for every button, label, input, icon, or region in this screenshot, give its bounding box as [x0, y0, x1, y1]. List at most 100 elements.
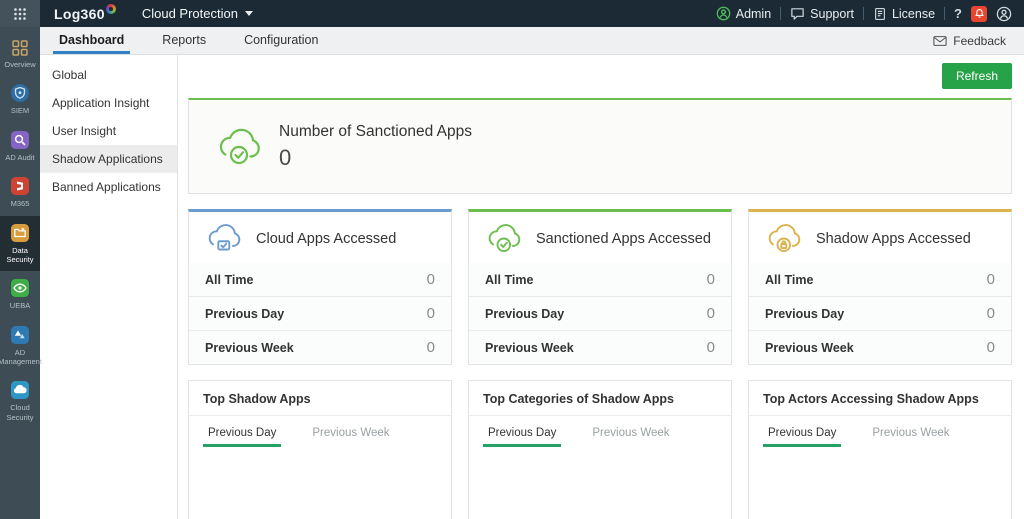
sidebar-item-ad-management[interactable]: AD Management: [0, 318, 40, 374]
tab-previous-week[interactable]: Previous Week: [587, 418, 674, 447]
submenu-item-global[interactable]: Global: [40, 61, 177, 89]
stat-row-label: Previous Week: [765, 341, 854, 355]
divider: [863, 7, 864, 20]
stat-row-previous-week: Previous Week 0: [469, 330, 731, 364]
tab-dashboard[interactable]: Dashboard: [40, 27, 143, 54]
stat-row-previous-day: Previous Day 0: [749, 296, 1011, 330]
feedback-button[interactable]: Feedback: [933, 27, 1024, 54]
stat-row-label: Previous Day: [205, 307, 284, 321]
stat-row-previous-week: Previous Week 0: [189, 330, 451, 364]
admin-menu[interactable]: Admin: [716, 6, 771, 21]
stat-rows: All Time 0 Previous Day 0 Previous Week …: [469, 263, 731, 364]
license-label: License: [892, 7, 935, 21]
sidebar-item-m365[interactable]: M365: [0, 169, 40, 215]
rail-item-label: Overview: [4, 60, 35, 69]
submenu-item-banned-applications[interactable]: Banned Applications: [40, 173, 177, 201]
sidebar-item-data-security[interactable]: Data Security: [0, 216, 40, 272]
tab-previous-day[interactable]: Previous Day: [763, 418, 841, 447]
sidebar-item-ad-audit[interactable]: AD Audit: [0, 123, 40, 169]
stat-row-label: Previous Day: [485, 307, 564, 321]
cloud-card-check-icon: [203, 222, 243, 255]
cloud-shield-check-icon: [213, 126, 263, 168]
stat-row-value: 0: [427, 271, 435, 288]
admin-user-icon: [716, 6, 731, 21]
sidebar-item-overview[interactable]: Overview: [0, 32, 40, 76]
submenu-item-shadow-applications[interactable]: Shadow Applications: [40, 145, 177, 173]
ad-triangle-icon: [10, 325, 30, 345]
rail-item-label: Data Security: [1, 246, 39, 265]
tab-previous-day[interactable]: Previous Day: [203, 418, 281, 447]
chat-bubble-icon: [790, 6, 805, 21]
stat-row-value: 0: [707, 271, 715, 288]
tab-reports[interactable]: Reports: [143, 27, 225, 54]
product-rail: Overview SIEM AD Audit: [0, 27, 40, 519]
sidebar-item-ueba[interactable]: UEBA: [0, 271, 40, 317]
list-card-tabs: Previous Day Previous Week: [749, 418, 1011, 447]
summary-title: Number of Sanctioned Apps: [279, 123, 472, 141]
module-switcher[interactable]: Cloud Protection: [142, 6, 253, 21]
stat-row-label: Previous Day: [765, 307, 844, 321]
tab-previous-week[interactable]: Previous Week: [867, 418, 954, 447]
shadow-apps-accessed-card: Shadow Apps Accessed All Time 0 Previous…: [748, 209, 1012, 365]
tab-previous-day[interactable]: Previous Day: [483, 418, 561, 447]
refresh-button[interactable]: Refresh: [942, 63, 1012, 89]
summary-value: 0: [279, 145, 472, 171]
stat-row-previous-day: Previous Day 0: [189, 296, 451, 330]
rail-item-label: M365: [11, 199, 30, 208]
summary-text: Number of Sanctioned Apps 0: [279, 123, 472, 171]
magnifier-icon: [10, 130, 30, 150]
top-bar: Log360 Cloud Protection Admin Support: [0, 0, 1024, 27]
cloud-shield-check-icon: [483, 222, 523, 255]
sidebar-item-cloud-security[interactable]: Cloud Security: [0, 373, 40, 429]
rail-item-label: AD Management: [0, 348, 42, 367]
eye-icon: [10, 278, 30, 298]
sidebar-item-siem[interactable]: SIEM: [0, 76, 40, 122]
submenu-item-application-insight[interactable]: Application Insight: [40, 89, 177, 117]
cloud-icon: [10, 380, 30, 400]
tab-configuration[interactable]: Configuration: [225, 27, 337, 54]
cloud-apps-accessed-card: Cloud Apps Accessed All Time 0 Previous …: [188, 209, 452, 365]
stat-row-value: 0: [427, 339, 435, 356]
support-label: Support: [810, 7, 854, 21]
module-tab-bar: Dashboard Reports Configuration Feedback: [40, 27, 1024, 55]
stat-row-value: 0: [707, 339, 715, 356]
feedback-label: Feedback: [953, 34, 1006, 48]
stat-row-value: 0: [707, 305, 715, 322]
help-button[interactable]: ?: [954, 6, 962, 21]
list-card-title: Top Actors Accessing Shadow Apps: [749, 381, 1011, 416]
top-actors-shadow-apps-card: Top Actors Accessing Shadow Apps Previou…: [748, 380, 1012, 519]
grid-squares-icon: [11, 39, 29, 57]
module-name: Cloud Protection: [142, 6, 238, 21]
license-menu[interactable]: License: [873, 7, 935, 21]
stat-card-header: Shadow Apps Accessed: [749, 212, 1011, 263]
bell-icon: [974, 8, 985, 19]
cloud-lock-icon: [763, 222, 803, 255]
tab-previous-week[interactable]: Previous Week: [307, 418, 394, 447]
folder-icon: [10, 223, 30, 243]
notifications-button[interactable]: [971, 6, 987, 22]
app-launcher-button[interactable]: [0, 0, 40, 27]
rail-item-label: UEBA: [10, 301, 30, 310]
product-name: Log360: [54, 6, 105, 22]
list-card-title: Top Categories of Shadow Apps: [469, 381, 731, 416]
topbar-actions: Admin Support License ?: [716, 6, 1024, 22]
list-card-tabs: Previous Day Previous Week: [189, 418, 451, 447]
support-menu[interactable]: Support: [790, 6, 854, 21]
stat-row-previous-week: Previous Week 0: [749, 330, 1011, 364]
rail-item-label: Cloud Security: [1, 403, 39, 422]
stat-row-label: All Time: [765, 273, 813, 287]
list-card-title: Top Shadow Apps: [189, 381, 451, 416]
product-logo: Log360: [54, 6, 116, 22]
office-icon: [10, 176, 30, 196]
list-card-row: Top Shadow Apps Previous Day Previous We…: [188, 380, 1012, 519]
stat-row-value: 0: [427, 305, 435, 322]
submenu-item-user-insight[interactable]: User Insight: [40, 117, 177, 145]
divider: [944, 7, 945, 20]
account-button[interactable]: [996, 6, 1012, 22]
stat-row-all-time: All Time 0: [469, 263, 731, 296]
stat-row-previous-day: Previous Day 0: [469, 296, 731, 330]
divider: [780, 7, 781, 20]
top-shadow-apps-card: Top Shadow Apps Previous Day Previous We…: [188, 380, 452, 519]
sanctioned-apps-accessed-card: Sanctioned Apps Accessed All Time 0 Prev…: [468, 209, 732, 365]
list-card-tabs: Previous Day Previous Week: [469, 418, 731, 447]
